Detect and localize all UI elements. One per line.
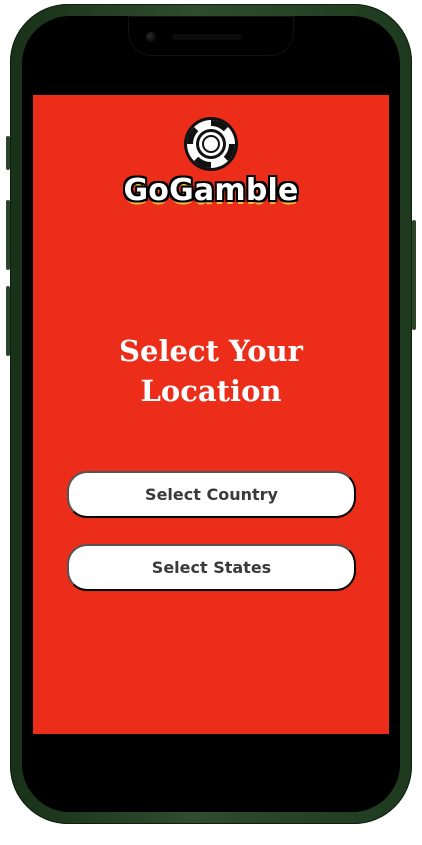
front-camera xyxy=(146,32,156,42)
select-states-button[interactable]: Select States xyxy=(67,544,356,591)
poker-chip-icon xyxy=(182,115,240,173)
volume-down-button xyxy=(6,200,10,270)
bottom-bezel xyxy=(22,734,400,812)
location-screen: GoGamble Select Your Location Select Cou… xyxy=(33,95,389,734)
title-line-2: Location xyxy=(140,374,282,408)
select-country-button[interactable]: Select Country xyxy=(67,471,356,518)
brand-logo-text: GoGamble xyxy=(123,173,299,208)
volume-up-button xyxy=(6,136,10,170)
power-button xyxy=(412,220,416,330)
title-line-1: Select Your xyxy=(119,334,303,368)
screen-bezel: GoGamble Select Your Location Select Cou… xyxy=(22,16,400,812)
earpiece-speaker xyxy=(172,34,242,40)
mute-switch xyxy=(6,286,10,356)
page-title: Select Your Location xyxy=(33,331,389,411)
